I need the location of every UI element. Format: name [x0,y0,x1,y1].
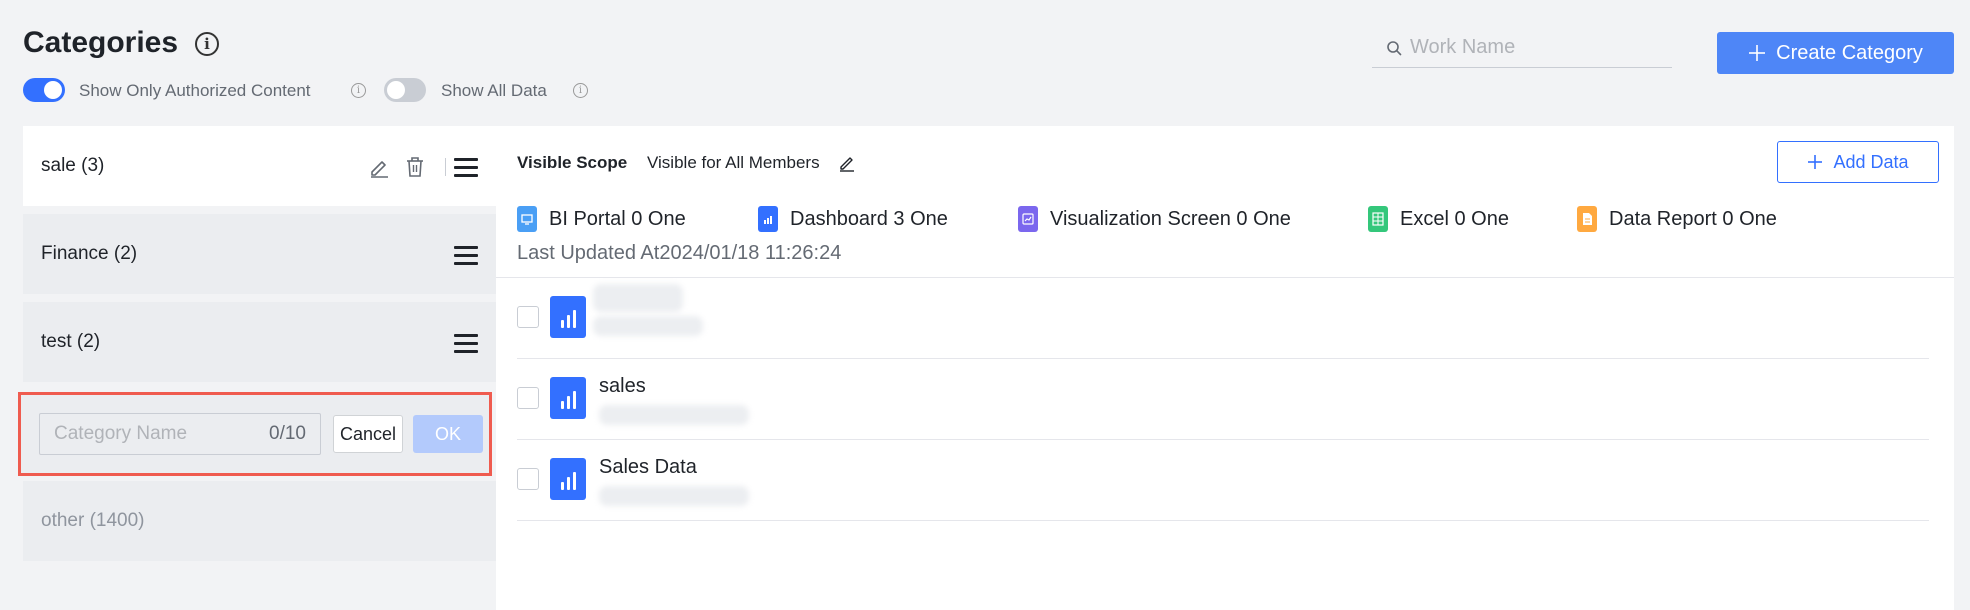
list-item[interactable]: Sales Data [517,440,1929,521]
category-detail-panel: Visible Scope Visible for All Members Ad… [496,126,1954,610]
row-checkbox[interactable] [517,306,539,328]
edit-scope-icon[interactable] [838,154,856,172]
authorized-info-icon[interactable]: i [351,83,366,98]
char-count: 0/10 [269,423,306,444]
plus-icon [1808,155,1823,169]
data-report-icon [1577,206,1597,232]
category-item-other[interactable]: other (1400) [23,481,496,561]
show-all-data-toggle[interactable] [384,78,426,102]
category-name-field: 0/10 [39,413,321,455]
stat-label: Visualization Screen 0 One [1050,207,1291,230]
toggle-knob [44,81,62,99]
create-category-button[interactable]: Create Category [1717,32,1954,74]
category-label: Finance (2) [41,243,138,264]
list-item[interactable]: sales [517,359,1929,440]
redacted-name [593,284,683,312]
search-box [1372,28,1672,68]
authorized-content-toggle[interactable] [23,78,65,102]
category-item-test[interactable]: test (2) [23,302,496,382]
stat-data-report: Data Report 0 One [1577,206,1777,232]
stat-bi-portal: BI Portal 0 One [517,206,686,232]
category-item-sale[interactable]: sale (3) [23,126,496,206]
category-name-input[interactable] [54,423,244,445]
category-item-finance[interactable]: Finance (2) [23,214,496,294]
redacted-meta [599,486,749,506]
drag-handle-icon[interactable] [454,158,478,182]
stat-label: Excel 0 One [1400,207,1509,230]
visible-scope-label: Visible Scope [517,153,628,172]
add-data-label: Add Data [1833,151,1909,172]
redacted-meta [599,405,749,425]
stat-label: BI Portal 0 One [549,207,686,230]
stat-visualization-screen: Visualization Screen 0 One [1018,206,1291,232]
category-label: other (1400) [41,510,145,531]
bi-portal-icon [517,206,537,232]
toggle-knob [387,81,405,99]
show-all-data-label: Show All Data [441,81,547,100]
ok-button[interactable]: OK [413,415,483,453]
stat-label: Dashboard 3 One [790,207,948,230]
search-icon [1387,40,1402,55]
visible-scope-value: Visible for All Members [647,153,820,172]
dashboard-icon [758,206,778,232]
visualization-screen-icon [1018,206,1038,232]
row-name: sales [599,375,646,397]
create-category-label: Create Category [1776,41,1923,64]
drag-handle-icon[interactable] [454,246,478,270]
last-updated: Last Updated At2024/01/18 11:26:24 [517,242,842,264]
show-all-info-icon[interactable]: i [573,83,588,98]
dashboard-icon [550,458,586,500]
row-name: Sales Data [599,456,697,478]
authorized-content-label: Show Only Authorized Content [79,81,311,100]
info-icon[interactable]: i [195,32,219,56]
row-checkbox[interactable] [517,387,539,409]
search-input[interactable] [1410,36,1650,59]
category-label: sale (3) [41,155,105,176]
row-checkbox[interactable] [517,468,539,490]
cancel-button[interactable]: Cancel [333,415,403,453]
edit-icon[interactable] [368,156,390,178]
delete-icon[interactable] [405,156,425,178]
stat-label: Data Report 0 One [1609,207,1777,230]
category-label: test (2) [41,331,101,352]
page-title: Categories [23,26,179,59]
excel-icon [1368,206,1388,232]
new-category-editor: 0/10 Cancel OK [18,392,492,476]
dashboard-icon [550,296,586,338]
list-item[interactable] [517,278,1929,359]
redacted-meta [593,316,703,336]
drag-handle-icon[interactable] [454,334,478,358]
stat-excel: Excel 0 One [1368,206,1509,232]
dashboard-icon [550,377,586,419]
divider [445,158,446,176]
add-data-button[interactable]: Add Data [1777,141,1939,183]
stat-dashboard: Dashboard 3 One [758,206,948,232]
plus-icon [1749,45,1766,61]
